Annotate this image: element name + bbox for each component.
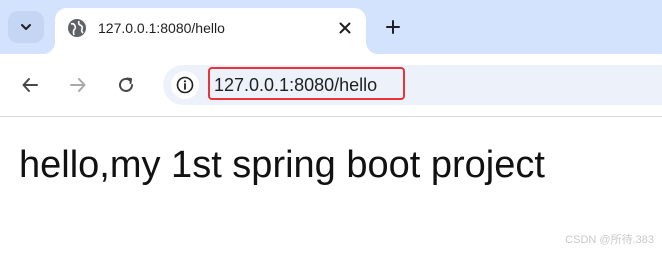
- address-bar[interactable]: 127.0.0.1:8080/hello: [163, 65, 662, 105]
- url-text[interactable]: 127.0.0.1:8080/hello: [214, 74, 377, 96]
- info-icon: [176, 76, 194, 94]
- reload-button[interactable]: [112, 71, 140, 99]
- globe-icon: [68, 19, 86, 37]
- page-heading: hello,my 1st spring boot project: [19, 144, 545, 186]
- page-content: hello,my 1st spring boot project CSDN @所…: [0, 117, 662, 255]
- tab-title: 127.0.0.1:8080/hello: [98, 20, 225, 36]
- forward-button[interactable]: [64, 71, 92, 99]
- watermark: CSDN @所待.383: [565, 234, 654, 246]
- tab-search-button[interactable]: [8, 11, 44, 43]
- arrow-right-icon: [70, 78, 86, 92]
- tab-active[interactable]: 127.0.0.1:8080/hello: [55, 8, 366, 54]
- site-info-button[interactable]: [171, 71, 199, 99]
- url-highlight-box: 127.0.0.1:8080/hello: [208, 67, 405, 100]
- toolbar: 127.0.0.1:8080/hello: [0, 54, 662, 117]
- close-icon: [339, 22, 351, 34]
- tab-strip: 127.0.0.1:8080/hello: [0, 0, 662, 54]
- browser-window: 127.0.0.1:8080/hello 127.0.0.1:8080/hell…: [0, 0, 662, 255]
- reload-icon: [119, 77, 133, 92]
- plus-icon: [386, 20, 400, 34]
- chevron-down-icon: [21, 24, 31, 30]
- new-tab-button[interactable]: [378, 12, 408, 42]
- tab-close-button[interactable]: [333, 16, 357, 40]
- arrow-left-icon: [22, 78, 38, 92]
- back-button[interactable]: [16, 71, 44, 99]
